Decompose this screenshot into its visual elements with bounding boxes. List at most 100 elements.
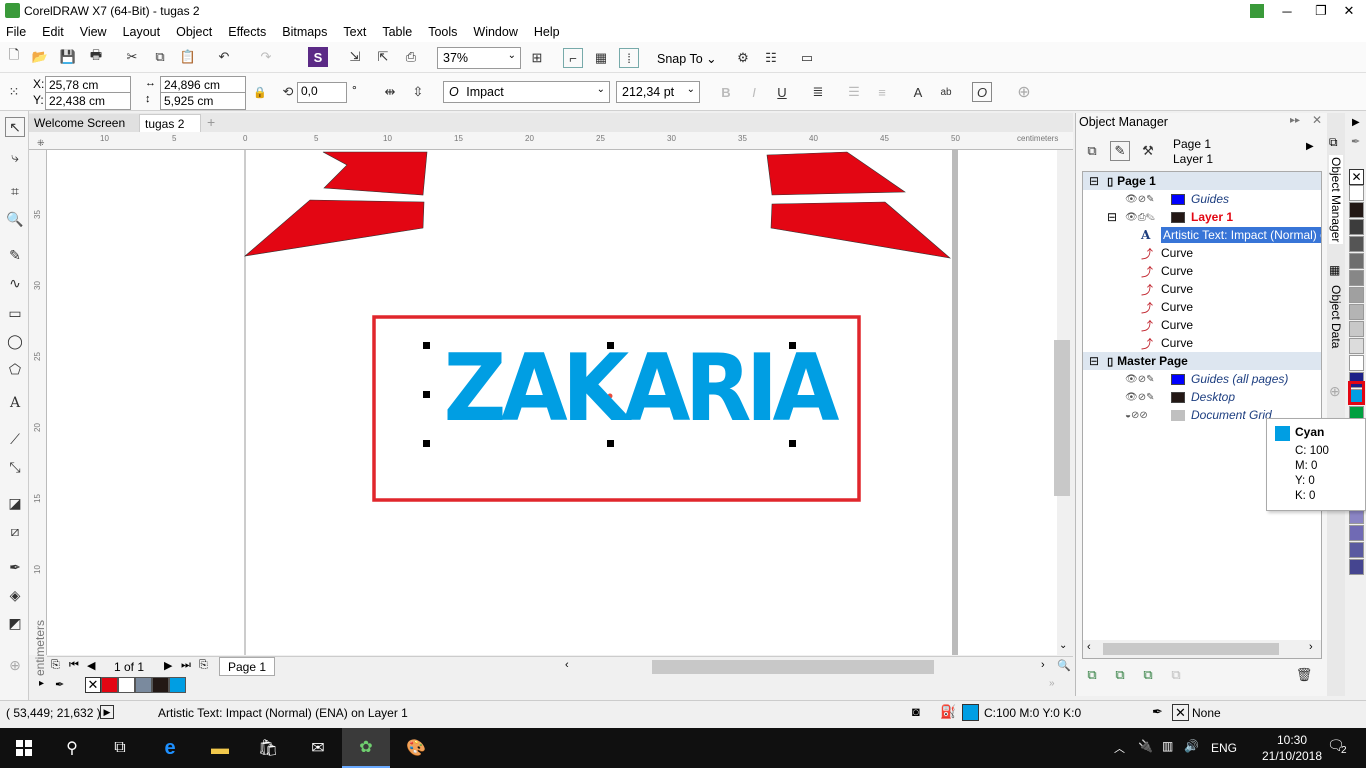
palette-swatch[interactable]	[1349, 525, 1364, 541]
ruler-origin-icon[interactable]: ⁜	[37, 138, 45, 149]
tree-curve[interactable]: ⤴ Curve	[1083, 244, 1321, 262]
palette-swatch[interactable]	[1349, 236, 1364, 252]
volume-icon[interactable]: 🔊	[1184, 739, 1199, 753]
mirror-horizontal-icon[interactable]: ⇹	[380, 82, 400, 102]
palette-swatch[interactable]	[1349, 542, 1364, 558]
show-grid-icon[interactable]: ▦	[591, 48, 611, 68]
tree-horizontal-scrollbar[interactable]: ‹ ›	[1083, 640, 1321, 658]
layer-visibility-icons[interactable]: 👁⊘✎	[1125, 194, 1154, 205]
power-icon[interactable]: 🔌	[1138, 739, 1153, 753]
chevron-left-icon[interactable]: ‹	[1087, 641, 1091, 653]
layer-manager-view-icon[interactable]: ✎	[1110, 141, 1130, 161]
tree-scroll-thumb[interactable]	[1103, 643, 1279, 655]
tab-object-data[interactable]: Object Data	[1329, 283, 1343, 350]
rectangle-tool-icon[interactable]: ▭	[5, 303, 25, 323]
palette-swatch[interactable]	[1349, 219, 1364, 235]
star-ray-left-2[interactable]	[244, 199, 425, 257]
store-icon[interactable]: 🛍	[244, 728, 292, 768]
star-ray-right-2[interactable]	[770, 201, 952, 259]
tab-page-1[interactable]: Page 1	[219, 657, 276, 676]
artistic-text-zakaria[interactable]: ZAKARIA	[444, 338, 840, 438]
chevron-right-icon[interactable]: ›	[1309, 641, 1313, 653]
new-master-layer-icon[interactable]: ⧉	[1110, 665, 1130, 685]
mail-icon[interactable]: ✉	[294, 728, 342, 768]
palette-swatch[interactable]	[1349, 185, 1364, 201]
tree-curve[interactable]: ⤴ Curve	[1083, 316, 1321, 334]
menu-tools[interactable]: Tools	[428, 25, 457, 39]
menu-effects[interactable]: Effects	[228, 25, 266, 39]
layer-visibility-icons[interactable]: 👁⊘✎	[1125, 374, 1154, 385]
horizontal-ruler[interactable]: ⁜ 10 5 0 5 10 15 20 25 30 35 40 45 50 ce…	[29, 132, 1073, 150]
options-icon[interactable]: ⚙	[733, 48, 753, 68]
zoom-to-page-icon[interactable]: ⊞	[527, 48, 547, 68]
menu-table[interactable]: Table	[382, 25, 412, 39]
menu-edit[interactable]: Edit	[42, 25, 64, 39]
show-rulers-icon[interactable]: ⌐	[563, 48, 583, 68]
collapse-icon[interactable]: ⊟	[1107, 210, 1117, 224]
underline-icon[interactable]: U	[772, 82, 792, 102]
docker-close-icon[interactable]: ✕	[1312, 113, 1322, 127]
network-icon[interactable]: ▥	[1162, 739, 1173, 753]
y-position-field[interactable]: 22,438 cm	[45, 92, 131, 110]
drop-shadow-icon[interactable]: ◪	[5, 493, 25, 513]
pick-tool-icon[interactable]: ↖	[5, 117, 25, 137]
tree-layer-1[interactable]: ⊟ 👁⎙✎ Layer 1	[1083, 208, 1321, 226]
palette-swatch[interactable]	[1349, 270, 1364, 286]
export-icon[interactable]: ⇱	[373, 47, 393, 67]
crop-tool-icon[interactable]: ⌗	[5, 181, 25, 201]
palette-swatch[interactable]	[1349, 355, 1364, 371]
show-hidden-icons-icon[interactable]: ︿	[1114, 740, 1125, 756]
save-icon[interactable]: 💾	[58, 47, 78, 67]
mirror-vertical-icon[interactable]: ⇳	[408, 82, 428, 102]
lock-ratio-icon[interactable]: 🔒	[250, 82, 270, 102]
bold-icon[interactable]: B	[716, 82, 736, 102]
drop-cap-icon[interactable]: ≡	[872, 82, 892, 102]
status-play-icon[interactable]: ▶	[100, 705, 114, 719]
task-view-icon[interactable]: ⧉	[96, 728, 144, 768]
height-field[interactable]: 5,925 cm	[160, 92, 246, 110]
tree-artistic-text[interactable]: A Artistic Text: Impact (Normal) o	[1083, 226, 1321, 244]
tab-welcome-screen[interactable]: Welcome Screen	[29, 114, 139, 132]
tree-guides[interactable]: 👁⊘✎ Guides	[1083, 190, 1321, 208]
document-swatch[interactable]	[152, 677, 169, 693]
new-master-layer-even-icon[interactable]: ⧉	[1166, 665, 1186, 685]
document-swatch[interactable]	[169, 677, 186, 693]
tree-curve[interactable]: ⤴ Curve	[1083, 262, 1321, 280]
polygon-tool-icon[interactable]: ⬠	[5, 359, 25, 379]
copy-icon[interactable]: ⧉	[150, 47, 170, 67]
no-color-swatch[interactable]: ✕	[1349, 169, 1364, 185]
text-alignment-icon[interactable]: ≣	[808, 82, 828, 102]
bullet-list-icon[interactable]: ☰	[844, 82, 864, 102]
document-swatch[interactable]	[118, 677, 135, 693]
rotation-angle-field[interactable]: 0,0	[297, 82, 347, 103]
snap-to-button[interactable]: Snap To ⌄	[657, 51, 717, 66]
layer-visibility-icons[interactable]: ◒⊘⊘	[1125, 410, 1148, 421]
zoom-icon[interactable]: 🔍	[1057, 659, 1071, 672]
menu-text[interactable]: Text	[343, 25, 366, 39]
artistic-media-icon[interactable]: ∿	[5, 273, 25, 293]
corel-connect-icon[interactable]: S	[308, 47, 328, 67]
object-data-tab-icon[interactable]: ▦	[1329, 263, 1340, 277]
zoom-level-combo[interactable]: 37% ⌄	[437, 47, 521, 69]
add-page-before-icon[interactable]: ⎘	[51, 659, 60, 672]
menu-file[interactable]: File	[6, 25, 26, 39]
paint-taskbar-icon[interactable]: 🎨	[392, 728, 440, 768]
menu-bitmaps[interactable]: Bitmaps	[282, 25, 327, 39]
document-swatch[interactable]	[101, 677, 118, 693]
font-list-combo[interactable]: O Impact ⌄	[443, 81, 610, 103]
smart-fill-icon[interactable]: ◩	[5, 613, 25, 633]
tab-object-manager[interactable]: Object Manager	[1329, 155, 1343, 245]
opentype-features-icon[interactable]: O	[972, 82, 992, 102]
publish-pdf-icon[interactable]: ⎙	[401, 47, 421, 67]
minimize-button[interactable]: ─	[1270, 0, 1304, 22]
edit-text-icon[interactable]: ab	[936, 82, 956, 102]
layer-visibility-icons[interactable]: 👁⊘✎	[1125, 392, 1154, 403]
palette-swatch[interactable]	[1349, 559, 1364, 575]
menu-help[interactable]: Help	[534, 25, 560, 39]
app-tray-icon[interactable]	[1240, 0, 1274, 22]
object-manager-tab-icon[interactable]: ⧉	[1329, 135, 1338, 150]
show-guidelines-icon[interactable]: ⁞	[619, 48, 639, 68]
font-size-combo[interactable]: 212,34 pt ⌄	[616, 81, 700, 103]
tree-master-page[interactable]: ⊟ ▯ Master Page	[1083, 352, 1321, 370]
menu-view[interactable]: View	[80, 25, 107, 39]
